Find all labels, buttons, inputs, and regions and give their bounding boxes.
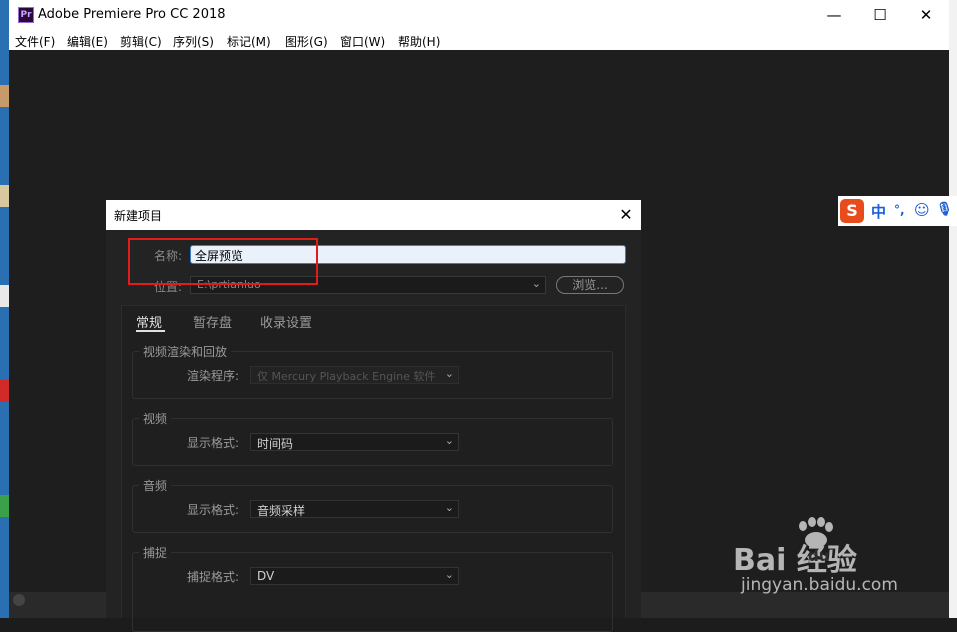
settings-panel: 常规 暂存盘 收录设置 视频渲染和回放 渲染程序: 仅 Mercury Play… [121,305,626,632]
capture-format-value: DV [257,569,275,583]
menu-clip[interactable]: 剪辑(C) [120,33,162,50]
ime-language-toggle[interactable]: 中 [871,201,886,222]
tab-general[interactable]: 常规 [136,312,162,331]
menu-bar: 文件(F) 编辑(E) 剪辑(C) 序列(S) 标记(M) 图形(G) 窗口(W… [9,31,949,50]
desktop-icon[interactable] [0,285,9,307]
chevron-down-icon: ⌄ [444,434,454,447]
title-bar[interactable]: Pr Adobe Premiere Pro CC 2018 — ☐ ✕ [9,0,949,31]
maximize-button[interactable]: ☐ [857,0,903,31]
renderer-label: 渲染程序: [187,369,240,383]
active-tab-indicator [136,330,165,332]
audio-display-format-dropdown[interactable]: 音频采样 ⌄ [250,500,459,518]
tab-ingest-settings[interactable]: 收录设置 [260,312,312,331]
menu-sequence[interactable]: 序列(S) [173,33,214,50]
chevron-down-icon: ⌄ [444,568,454,581]
desktop-icon[interactable] [0,185,9,207]
desktop-icon[interactable] [0,85,9,107]
baidu-jingyan-watermark: Bai 经验 du jingyan.baidu.com [733,515,953,605]
window-title: Adobe Premiere Pro CC 2018 [38,7,226,22]
audio-display-format-label: 显示格式: [187,503,240,517]
menu-edit[interactable]: 编辑(E) [67,33,108,50]
video-display-format-label: 显示格式: [187,436,240,450]
emoji-icon[interactable]: ☺ [914,201,930,219]
video-group: 视频 显示格式: 时间码 ⌄ [132,410,613,466]
menu-graphics[interactable]: 图形(G) [285,33,328,50]
audio-group-title: 音频 [139,477,172,494]
chevron-down-icon: ⌄ [444,501,454,514]
render-group-title: 视频渲染和回放 [139,343,232,360]
audio-group: 音频 显示格式: 音频采样 ⌄ [132,477,613,533]
ime-punctuation-toggle[interactable]: °, [894,203,905,217]
browse-button[interactable]: 浏览... [556,276,624,294]
renderer-value: 仅 Mercury Playback Engine 软件 [257,370,436,383]
sogou-logo-icon[interactable]: S [840,199,864,223]
baidu-logo-text: Bai 经验 [733,543,857,578]
video-display-format-value: 时间码 [257,437,294,451]
desktop-background [0,0,9,618]
chevron-down-icon: ⌄ [444,367,454,380]
capture-format-dropdown[interactable]: DV ⌄ [250,567,459,585]
microphone-icon[interactable]: 🎙 [936,202,953,217]
watermark-url: jingyan.baidu.com [741,575,898,595]
audio-display-format-value: 音频采样 [257,504,306,518]
menu-window[interactable]: 窗口(W) [340,33,385,50]
capture-group: 捕捉 捕捉格式: DV ⌄ [132,544,613,632]
new-project-dialog: 新建项目 ✕ 名称: 全屏预览 位置: E:\prtianluo ⌄ 浏览...… [106,200,641,632]
dialog-title-bar[interactable]: 新建项目 ✕ [106,200,641,230]
annotation-highlight-box [128,238,318,285]
desktop-icon[interactable] [0,495,9,517]
tab-scratch-disks[interactable]: 暂存盘 [193,312,232,331]
render-group: 视频渲染和回放 渲染程序: 仅 Mercury Playback Engine … [132,343,613,399]
dialog-title: 新建项目 [114,209,163,223]
menu-markers[interactable]: 标记(M) [227,33,271,50]
baidu-du-text: du [808,547,830,565]
desktop-icon[interactable] [0,380,9,402]
ime-toolbar[interactable]: S 中 °, ☺ 🎙 [838,196,957,226]
close-button[interactable]: ✕ [903,0,949,31]
chevron-down-icon: ⌄ [531,277,541,290]
video-display-format-dropdown[interactable]: 时间码 ⌄ [250,433,459,451]
dialog-close-button[interactable]: ✕ [614,203,638,227]
video-group-title: 视频 [139,410,172,427]
premiere-app-icon: Pr [18,7,34,23]
menu-help[interactable]: 帮助(H) [398,33,440,50]
renderer-dropdown: 仅 Mercury Playback Engine 软件 ⌄ [250,366,459,384]
capture-group-title: 捕捉 [139,544,172,561]
menu-file[interactable]: 文件(F) [15,33,55,50]
capture-format-label: 捕捉格式: [187,570,240,584]
minimize-button[interactable]: — [811,0,857,31]
status-icon [13,594,25,606]
